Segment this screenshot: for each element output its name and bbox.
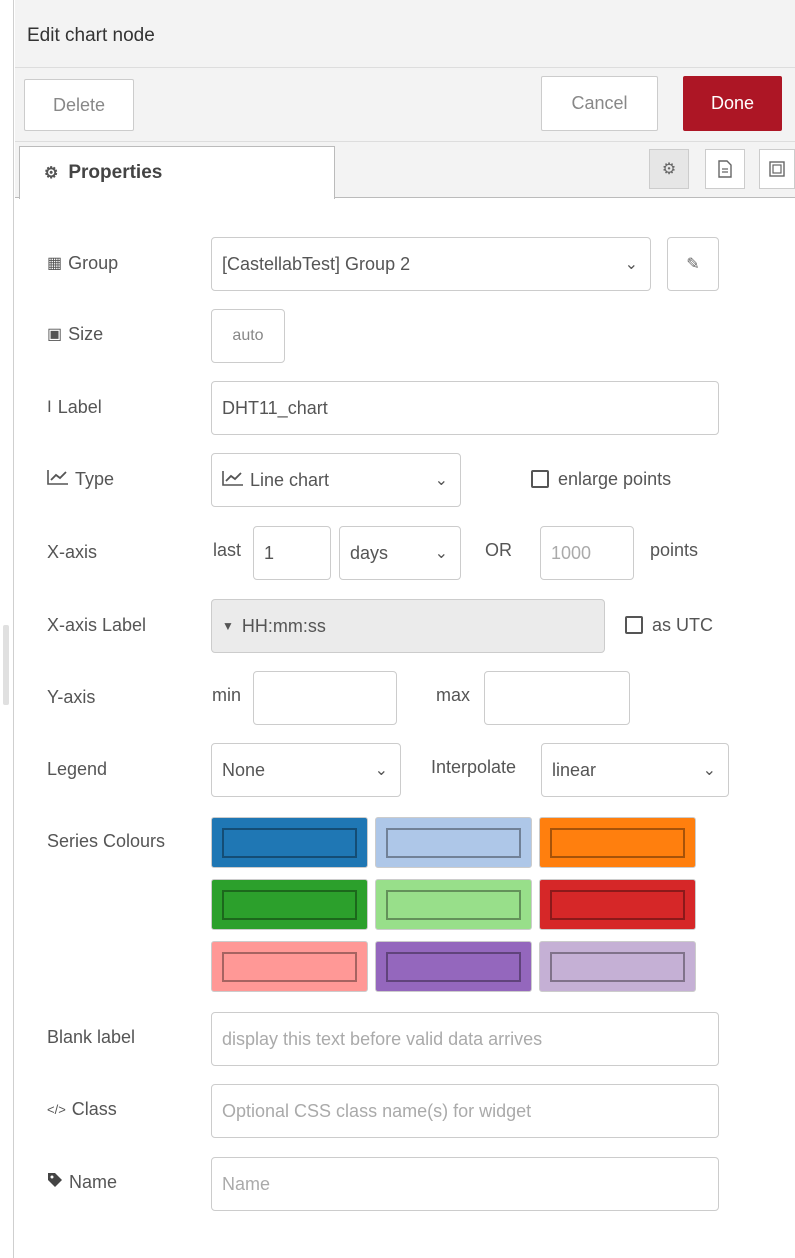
yaxis-max-input[interactable] [484, 671, 630, 725]
xaxis-last-input[interactable]: 1 [253, 526, 331, 580]
group-select[interactable]: [CastellabTest] Group 2 ⌄ [211, 237, 651, 291]
tab-description-icon[interactable] [705, 149, 745, 189]
series-colour-swatch[interactable] [539, 879, 696, 930]
label-label: Ⅰ Label [47, 396, 102, 417]
swatch-inner [386, 952, 521, 982]
series-colour-swatch[interactable] [211, 941, 368, 992]
series-colour-swatch[interactable] [211, 879, 368, 930]
as-utc-checkbox[interactable]: as UTC [625, 613, 713, 637]
swatch-inner [222, 828, 357, 858]
xaxis-or-text: OR [485, 540, 512, 560]
checkbox-box[interactable] [625, 616, 643, 634]
legend-label: Legend [47, 758, 108, 779]
chevron-down-icon: ⌄ [624, 256, 638, 273]
xaxis-label-label: X-axis Label [47, 614, 147, 635]
swatch-inner [550, 890, 685, 920]
tab-properties-gear-icon[interactable]: ⚙ [649, 149, 689, 189]
interpolate-label: Interpolate [431, 757, 517, 777]
table-icon: ▦ [47, 255, 63, 272]
class-input[interactable]: Optional CSS class name(s) for widget [211, 1084, 719, 1138]
tag-icon [47, 1172, 63, 1193]
label-input[interactable]: DHT11_chart [211, 381, 719, 435]
xaxis-unit-select[interactable]: days ⌄ [339, 526, 461, 580]
size-button[interactable]: auto [211, 309, 285, 363]
xaxis-label-typed-input[interactable]: ▼ HH:mm:ss [211, 599, 605, 653]
xaxis-points-text: points [650, 540, 699, 560]
tab-properties[interactable]: ⚙ Properties [19, 146, 335, 199]
xaxis-last-text: last [213, 540, 242, 560]
series-colour-swatch[interactable] [375, 879, 532, 930]
chevron-down-icon: ⌄ [434, 472, 448, 489]
edit-group-button[interactable]: ✎ [667, 237, 719, 291]
caret-down-icon: ▼ [222, 619, 234, 633]
done-button[interactable]: Done [683, 76, 782, 131]
enlarge-points-checkbox[interactable]: enlarge points [531, 467, 671, 491]
series-colour-swatch[interactable] [375, 941, 532, 992]
gear-icon: ⚙ [44, 165, 59, 182]
swatch-inner [550, 952, 685, 982]
tabs-bar: ⚙ Properties ⚙ [15, 142, 795, 199]
legend-select[interactable]: None ⌄ [211, 743, 401, 797]
code-icon: </> [47, 1101, 66, 1117]
interpolate-select[interactable]: linear ⌄ [541, 743, 729, 797]
blank-label-input[interactable]: display this text before valid data arri… [211, 1012, 719, 1066]
group-label: ▦ Group [47, 252, 119, 273]
chevron-down-icon: ⌄ [374, 762, 388, 779]
name-label: Name [47, 1170, 117, 1194]
class-label: </> Class [47, 1098, 117, 1119]
series-colour-swatch[interactable] [539, 941, 696, 992]
series-colour-swatch[interactable] [211, 817, 368, 868]
type-select[interactable]: Line chart ⌄ [211, 453, 461, 507]
swatch-inner [222, 952, 357, 982]
properties-form: ▦ Group [CastellabTest] Group 2 ⌄ ✎ ▣ Si… [15, 199, 795, 1258]
swatch-inner [386, 890, 521, 920]
yaxis-min-text: min [212, 685, 242, 705]
name-input[interactable]: Name [211, 1157, 719, 1211]
blank-label-label: Blank label [47, 1026, 136, 1047]
swatch-inner [222, 890, 357, 920]
chevron-down-icon: ⌄ [434, 545, 448, 562]
line-chart-icon [222, 470, 244, 491]
xaxis-label: X-axis [47, 541, 98, 562]
dialog-header: Edit chart node [15, 0, 795, 68]
delete-button[interactable]: Delete [24, 79, 134, 131]
series-colour-swatch[interactable] [375, 817, 532, 868]
yaxis-max-text: max [436, 685, 471, 705]
dialog-title: Edit chart node [27, 25, 155, 46]
chevron-down-icon: ⌄ [702, 762, 716, 779]
yaxis-min-input[interactable] [253, 671, 397, 725]
series-colour-swatch[interactable] [539, 817, 696, 868]
tab-properties-label: Properties [68, 162, 163, 183]
checkbox-box[interactable] [531, 470, 549, 488]
size-label: ▣ Size [47, 323, 104, 344]
type-label: Type [47, 467, 114, 491]
cancel-button[interactable]: Cancel [541, 76, 658, 131]
dialog-toolbar: Delete Cancel Done [15, 68, 795, 142]
swatch-inner [550, 828, 685, 858]
yaxis-label: Y-axis [47, 686, 96, 707]
resize-handle[interactable] [3, 625, 9, 705]
pencil-icon: ✎ [686, 256, 700, 273]
text-cursor-icon: Ⅰ [47, 399, 52, 416]
xaxis-points-input[interactable]: 1000 [540, 526, 634, 580]
line-chart-icon [47, 469, 69, 490]
size-icon: ▣ [47, 326, 63, 343]
swatch-inner [386, 828, 521, 858]
series-colours-label: Series Colours [47, 830, 166, 851]
tab-appearance-icon[interactable] [759, 149, 795, 189]
